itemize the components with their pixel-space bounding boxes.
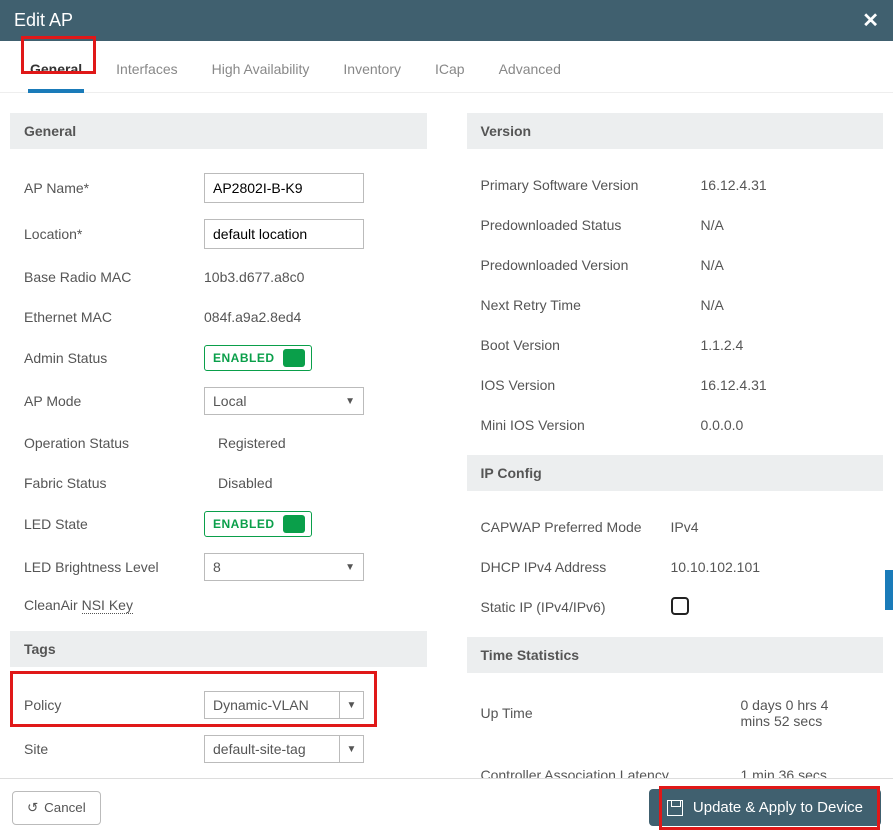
site-select[interactable]: default-site-tag ▼ bbox=[204, 735, 364, 763]
right-column: Version Primary Software Version 16.12.4… bbox=[467, 103, 884, 778]
next-retry-value: N/A bbox=[701, 297, 870, 313]
scrollbar-thumb[interactable] bbox=[885, 570, 893, 610]
led-state-value: ENABLED bbox=[213, 517, 275, 531]
tab-advanced[interactable]: Advanced bbox=[497, 55, 563, 92]
apname-label: AP Name* bbox=[24, 180, 204, 196]
operation-status-value: Registered bbox=[204, 435, 413, 451]
primary-sw-value: 16.12.4.31 bbox=[701, 177, 870, 193]
led-brightness-label: LED Brightness Level bbox=[24, 558, 204, 576]
boot-ver-label: Boot Version bbox=[481, 337, 701, 353]
toggle-switch-icon bbox=[283, 349, 305, 367]
tabs-bar: General Interfaces High Availability Inv… bbox=[0, 41, 893, 93]
toggle-switch-icon bbox=[283, 515, 305, 533]
nsi-key-link[interactable]: NSI Key bbox=[82, 597, 133, 614]
primary-sw-label: Primary Software Version bbox=[481, 177, 701, 193]
section-ipconfig: IP Config bbox=[467, 455, 884, 491]
undo-icon: ↺ bbox=[27, 800, 38, 816]
tab-high-availability[interactable]: High Availability bbox=[210, 55, 312, 92]
base-radio-mac-value: 10b3.d677.a8c0 bbox=[204, 269, 413, 285]
predown-ver-value: N/A bbox=[701, 257, 870, 273]
site-value: default-site-tag bbox=[204, 735, 340, 763]
capwap-value: IPv4 bbox=[671, 519, 870, 535]
modal-titlebar: Edit AP ✕ bbox=[0, 0, 893, 41]
led-state-toggle[interactable]: ENABLED bbox=[204, 511, 312, 537]
left-column: General AP Name* Location* bbox=[10, 103, 427, 778]
predown-ver-label: Predownloaded Version bbox=[481, 257, 701, 273]
led-state-label: LED State bbox=[24, 516, 204, 532]
admin-status-label: Admin Status bbox=[24, 350, 204, 366]
site-label: Site bbox=[24, 741, 204, 757]
uptime-value: 0 days 0 hrs 4 mins 52 secs bbox=[741, 697, 861, 729]
cancel-button[interactable]: ↺ Cancel bbox=[12, 791, 101, 825]
chevron-down-icon: ▼ bbox=[345, 396, 355, 407]
tab-general[interactable]: General bbox=[28, 55, 84, 93]
ethernet-mac-label: Ethernet MAC bbox=[24, 309, 204, 325]
boot-ver-value: 1.1.2.4 bbox=[701, 337, 870, 353]
policy-select[interactable]: Dynamic-VLAN ▼ bbox=[204, 691, 364, 719]
led-brightness-value: 8 bbox=[213, 559, 221, 575]
close-icon[interactable]: ✕ bbox=[862, 8, 879, 33]
predown-status-label: Predownloaded Status bbox=[481, 217, 701, 233]
static-ip-label: Static IP (IPv4/IPv6) bbox=[481, 599, 671, 615]
led-brightness-select[interactable]: 8 ▼ bbox=[204, 553, 364, 581]
save-icon bbox=[667, 800, 683, 816]
tab-interfaces[interactable]: Interfaces bbox=[114, 55, 179, 92]
modal-title: Edit AP bbox=[14, 10, 73, 31]
ap-mode-value: Local bbox=[213, 393, 246, 409]
location-label: Location* bbox=[24, 226, 204, 242]
section-tags: Tags bbox=[10, 631, 427, 667]
static-ip-checkbox[interactable] bbox=[671, 597, 689, 615]
capwap-label: CAPWAP Preferred Mode bbox=[481, 519, 671, 535]
ap-mode-label: AP Mode bbox=[24, 393, 204, 409]
location-input[interactable] bbox=[204, 219, 364, 249]
uptime-label: Up Time bbox=[481, 705, 741, 721]
section-timestats: Time Statistics bbox=[467, 637, 884, 673]
ap-mode-select[interactable]: Local ▼ bbox=[204, 387, 364, 415]
base-radio-mac-label: Base Radio MAC bbox=[24, 269, 204, 285]
cleanair-label: CleanAir bbox=[24, 597, 82, 613]
policy-value: Dynamic-VLAN bbox=[204, 691, 340, 719]
predown-status-value: N/A bbox=[701, 217, 870, 233]
admin-status-toggle[interactable]: ENABLED bbox=[204, 345, 312, 371]
tab-inventory[interactable]: Inventory bbox=[341, 55, 403, 92]
chevron-down-icon[interactable]: ▼ bbox=[340, 735, 364, 763]
apply-label: Update & Apply to Device bbox=[693, 799, 863, 816]
policy-label: Policy bbox=[24, 697, 204, 713]
ios-ver-label: IOS Version bbox=[481, 377, 701, 393]
assoc-latency-value: 1 min 36 secs bbox=[741, 767, 870, 778]
cancel-label: Cancel bbox=[44, 800, 86, 815]
dhcp-value: 10.10.102.101 bbox=[671, 559, 870, 575]
section-general: General bbox=[10, 113, 427, 149]
apply-button[interactable]: Update & Apply to Device bbox=[649, 789, 881, 826]
ios-ver-value: 16.12.4.31 bbox=[701, 377, 870, 393]
mini-ios-label: Mini IOS Version bbox=[481, 417, 701, 433]
next-retry-label: Next Retry Time bbox=[481, 297, 701, 313]
dhcp-label: DHCP IPv4 Address bbox=[481, 559, 671, 575]
modal-footer: ↺ Cancel Update & Apply to Device bbox=[0, 778, 893, 836]
chevron-down-icon[interactable]: ▼ bbox=[340, 691, 364, 719]
fabric-status-label: Fabric Status bbox=[24, 475, 204, 491]
section-version: Version bbox=[467, 113, 884, 149]
mini-ios-value: 0.0.0.0 bbox=[701, 417, 870, 433]
modal-body: General Interfaces High Availability Inv… bbox=[0, 41, 893, 778]
assoc-latency-label: Controller Association Latency bbox=[481, 767, 741, 778]
admin-status-value: ENABLED bbox=[213, 351, 275, 365]
operation-status-label: Operation Status bbox=[24, 435, 204, 451]
ethernet-mac-value: 084f.a9a2.8ed4 bbox=[204, 309, 413, 325]
chevron-down-icon: ▼ bbox=[345, 562, 355, 573]
tab-icap[interactable]: ICap bbox=[433, 55, 467, 92]
fabric-status-value: Disabled bbox=[204, 475, 413, 491]
apname-input[interactable] bbox=[204, 173, 364, 203]
